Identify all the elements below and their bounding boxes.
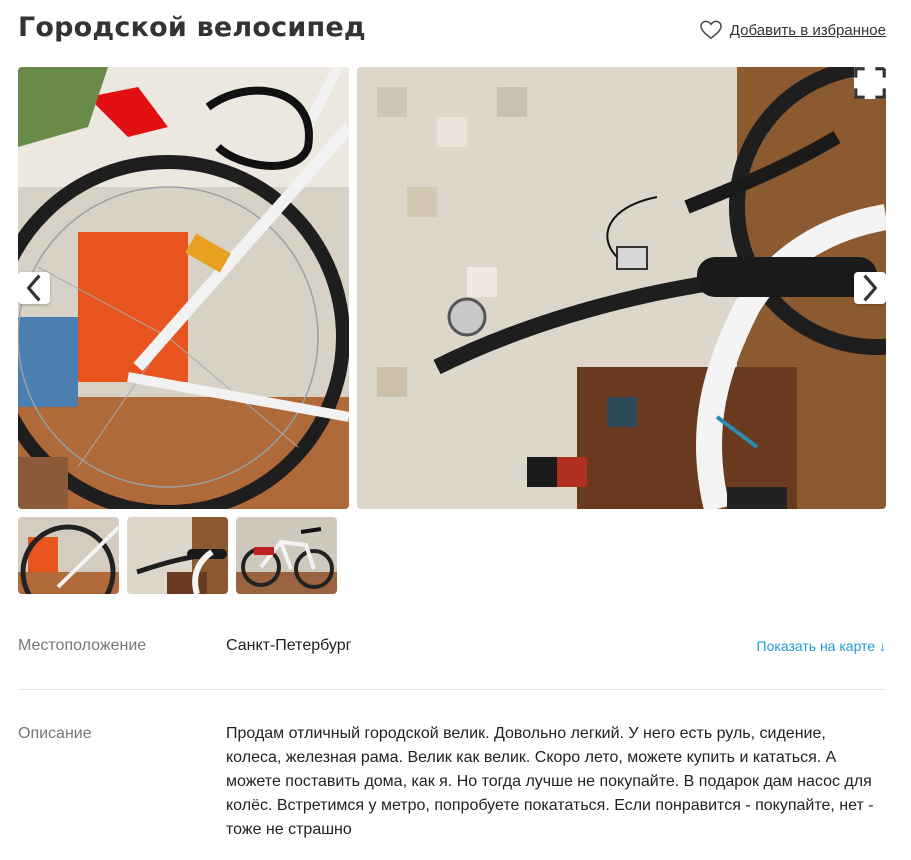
chevron-right-icon (863, 274, 878, 302)
location-label: Местоположение (18, 637, 147, 654)
chevron-left-icon (26, 274, 41, 302)
thumbnail-2[interactable] (127, 517, 228, 594)
show-on-map-link[interactable]: Показать на карте ↓ (757, 638, 886, 654)
description-text: Продам отличный городской велик. Довольн… (226, 725, 874, 838)
thumbnail-strip (18, 517, 337, 594)
divider (18, 689, 886, 690)
thumbnail-3[interactable] (236, 517, 337, 594)
gallery-next-button[interactable] (854, 272, 886, 304)
location-value: Санкт-Петербург (226, 637, 352, 654)
add-to-favorites-label: Добавить в избранное (729, 21, 886, 39)
fullscreen-button[interactable] (854, 67, 886, 99)
gallery-prev-button[interactable] (18, 272, 50, 304)
page-title: Городской велосипед (18, 12, 366, 43)
add-to-favorites-button[interactable]: Добавить в избранное (700, 20, 886, 40)
main-photo-bicycle-rear[interactable] (18, 67, 349, 509)
thumbnail-1[interactable] (18, 517, 119, 594)
heart-icon (700, 20, 722, 40)
description-label: Описание (18, 725, 92, 742)
expand-icon (854, 67, 886, 99)
photo-gallery (18, 67, 886, 509)
main-photo-bicycle-handlebar[interactable] (357, 67, 886, 509)
